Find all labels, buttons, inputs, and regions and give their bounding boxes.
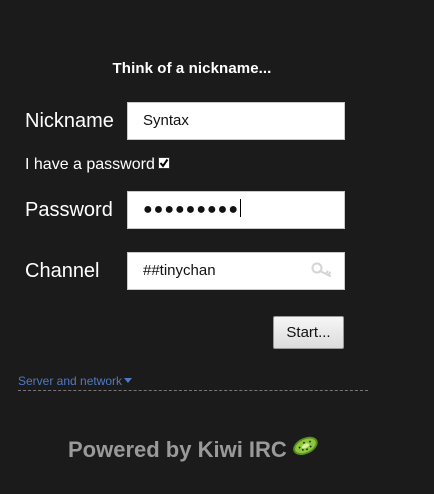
start-button[interactable]: Start... <box>273 316 344 349</box>
channel-label: Channel <box>25 260 100 282</box>
password-checkbox[interactable] <box>158 157 170 169</box>
nickname-label: Nickname <box>25 110 114 132</box>
page-title: Think of a nickname... <box>112 60 272 77</box>
password-label: Password <box>25 199 113 221</box>
key-icon[interactable] <box>311 262 333 278</box>
password-masked-value: ●●●●●●●●● <box>143 201 239 218</box>
chevron-down-icon <box>124 378 133 383</box>
divider <box>18 390 368 391</box>
password-toggle-label: I have a password <box>25 156 155 173</box>
server-network-link[interactable]: Server and network <box>18 374 133 388</box>
channel-value: ##tinychan <box>143 262 216 279</box>
nickname-value: Syntax <box>143 112 189 129</box>
kiwi-slice-logo-icon <box>293 436 318 456</box>
text-caret <box>239 199 241 217</box>
checkmark-icon <box>159 158 169 168</box>
password-input[interactable]: ●●●●●●●●● <box>127 191 345 229</box>
nickname-input[interactable]: Syntax <box>127 102 345 140</box>
powered-by-text: Powered by Kiwi IRC <box>68 437 287 462</box>
server-network-label: Server and network <box>18 374 123 388</box>
